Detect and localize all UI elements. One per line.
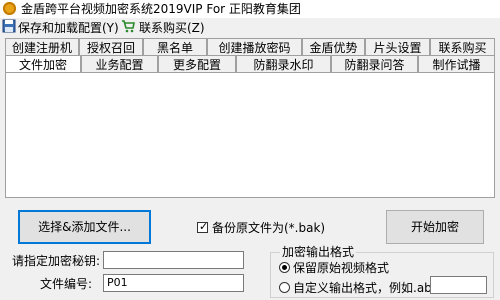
tab-intro-settings[interactable]: 片头设置 [365,38,430,56]
tab-business-config[interactable]: 业务配置 [81,55,158,73]
tab-contact-buy[interactable]: 联系购买 [430,38,495,56]
tab-auth-recall[interactable]: 授权召回 [79,38,143,56]
keep-format-label: 保留原始视频格式 [293,261,390,275]
tab-anti-record-watermark[interactable]: 防翻录水印 [236,55,331,73]
start-encrypt-button[interactable]: 开始加密 [386,210,484,244]
title-bar: 金盾跨平台视频加密系统2019VIP For 正阳教育集团 [0,0,500,18]
add-file-button[interactable]: 选择&添加文件... [18,210,151,244]
save-disk-icon [2,19,16,33]
menu-buy[interactable]: 联系购买(Z) [139,20,205,36]
check-icon: ✓ [199,220,209,233]
radio-selected-dot [282,265,287,270]
file-list[interactable] [5,72,495,198]
tab-make-trial[interactable]: 制作试播 [418,55,495,73]
tab-create-play-password[interactable]: 创建播放密码 [207,38,302,56]
tab-create-register[interactable]: 创建注册机 [5,38,79,56]
app-logo-icon [3,2,16,15]
custom-format-input[interactable] [430,276,487,294]
custom-format-radio[interactable] [279,282,290,293]
tab-anti-record-qa[interactable]: 防翻录问答 [331,55,418,73]
window-title: 金盾跨平台视频加密系统2019VIP For 正阳教育集团 [21,2,301,16]
tab-file-encrypt[interactable]: 文件加密 [5,55,81,73]
menu-bar: 保存和加载配置(Y) 联系购买(Z) [0,18,500,38]
output-format-title: 加密输出格式 [280,245,357,259]
tab-advantages[interactable]: 金盾优势 [302,38,365,56]
keep-format-radio[interactable] [279,262,290,273]
tab-more-config[interactable]: 更多配置 [158,55,236,73]
custom-format-label: 自定义输出格式，例如.abc [293,281,439,295]
file-no-input[interactable]: P01 [103,274,244,292]
tab-blacklist[interactable]: 黑名单 [143,38,207,56]
buy-cart-icon [122,20,135,33]
file-no-label: 文件编号: [40,277,93,291]
backup-checkbox[interactable]: ✓ [197,220,209,233]
key-label: 请指定加密秘钥: [12,254,101,268]
menu-save-config[interactable]: 保存和加载配置(Y) [18,20,119,36]
backup-label: 备份原文件为(*.bak) [212,221,326,235]
key-input[interactable] [103,251,244,269]
